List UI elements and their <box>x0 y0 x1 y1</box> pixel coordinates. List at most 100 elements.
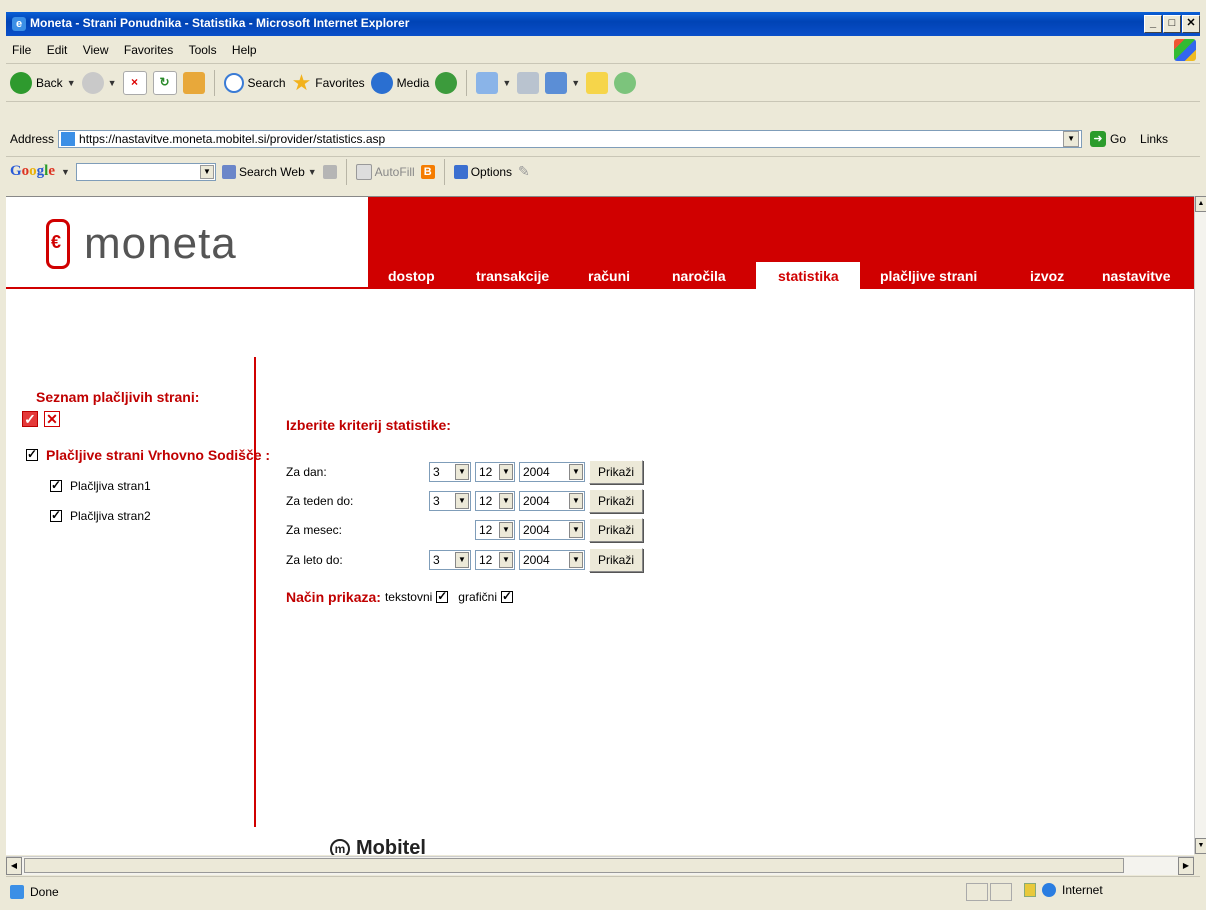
chevron-down-icon: ▼ <box>499 464 513 480</box>
phone-euro-icon <box>46 219 70 269</box>
year-select[interactable]: 2004 ▼ <box>519 520 585 540</box>
window-title: Moneta - Strani Ponudnika - Statistika -… <box>30 16 410 30</box>
favorites-label: Favorites <box>315 75 365 90</box>
moneta-logo[interactable]: moneta <box>46 219 237 269</box>
day-select[interactable]: 3 ▼ <box>429 491 471 511</box>
security-zone[interactable]: Internet <box>1024 883 1103 897</box>
year-select[interactable]: 2004 ▼ <box>519 491 585 511</box>
search-button[interactable]: Search <box>223 72 286 93</box>
show-button[interactable]: Prikaži <box>589 460 644 484</box>
menu-tools[interactable]: Tools <box>183 37 223 57</box>
chevron-down-icon[interactable]: ▼ <box>61 167 70 177</box>
refresh-icon[interactable]: ↻ <box>152 70 177 95</box>
group-checkbox[interactable] <box>26 447 38 461</box>
print-icon[interactable] <box>517 71 540 94</box>
year-value: 2004 <box>523 465 550 479</box>
display-mode-label: Način prikaza: <box>286 589 381 605</box>
show-button[interactable]: Prikaži <box>589 489 644 513</box>
tab-izvoz[interactable]: izvoz <box>1016 262 1088 289</box>
minimize-button[interactable]: _ <box>1144 15 1162 33</box>
messenger-icon[interactable] <box>614 71 637 94</box>
text-option-label: tekstovni <box>384 590 433 604</box>
go-button[interactable]: ➜ Go <box>1090 131 1126 147</box>
tab-transakcije[interactable]: transakcije <box>470 262 582 289</box>
menu-favorites[interactable]: Favorites <box>118 37 179 57</box>
scroll-right-icon[interactable]: ▶ <box>1178 857 1194 875</box>
google-search-input[interactable]: ▼ <box>75 162 216 181</box>
tab-nastavitve[interactable]: nastavitve <box>1088 262 1194 289</box>
horizontal-scrollbar[interactable]: ◀ ▶ <box>6 856 1194 875</box>
discuss-icon[interactable] <box>586 71 609 94</box>
scroll-left-icon[interactable]: ◀ <box>6 857 22 875</box>
month-select[interactable]: 12 ▼ <box>475 462 515 482</box>
history-icon[interactable] <box>435 71 458 94</box>
options-button[interactable]: Options <box>453 164 512 179</box>
mail-button[interactable]: ▼ <box>476 71 512 94</box>
back-button[interactable]: Back ▼ <box>10 71 76 94</box>
menu-file[interactable]: File <box>6 37 37 57</box>
windows-logo-icon <box>1174 39 1196 61</box>
logo-text: moneta <box>84 219 237 268</box>
home-icon[interactable] <box>182 71 205 94</box>
display-mode: Način prikaza: tekstovni grafični <box>286 589 513 605</box>
item-checkbox[interactable] <box>50 508 62 522</box>
close-button[interactable]: ✕ <box>1182 15 1200 33</box>
month-value: 12 <box>479 553 493 567</box>
year-select[interactable]: 2004 ▼ <box>519 550 585 570</box>
row-label: Za dan: <box>286 465 327 479</box>
scroll-thumb[interactable] <box>24 858 1124 873</box>
scroll-down-icon[interactable]: ▼ <box>1195 838 1206 854</box>
menu-view[interactable]: View <box>77 37 115 57</box>
address-bar: Address https://nastavitve.moneta.mobite… <box>6 127 1200 151</box>
chevron-down-icon: ▼ <box>455 552 469 568</box>
standard-toolbar: Back ▼ ▼ × ↻ Search ★ Favorites Media ▼ <box>6 64 1200 102</box>
pencil-icon[interactable]: ✎ <box>518 163 530 180</box>
menu-help[interactable]: Help <box>226 37 263 57</box>
edit-button[interactable]: ▼ <box>545 71 580 94</box>
vertical-scrollbar[interactable]: ▲ ▼ <box>1194 196 1206 854</box>
scroll-up-icon[interactable]: ▲ <box>1195 196 1206 212</box>
show-button[interactable]: Prikaži <box>589 548 644 572</box>
year-select[interactable]: 2004 ▼ <box>519 462 585 482</box>
favorites-button[interactable]: ★ Favorites <box>292 70 365 96</box>
day-select[interactable]: 3 ▼ <box>429 550 471 570</box>
menu-edit[interactable]: Edit <box>41 37 74 57</box>
month-select[interactable]: 12 ▼ <box>475 550 515 570</box>
header-underline <box>6 287 368 289</box>
sidebar-group-label: Plačljive strani Vrhovno Sodišče : <box>46 447 271 463</box>
status-text: Done <box>30 885 59 899</box>
google-logo[interactable]: Google <box>10 163 55 180</box>
tab-statistika[interactable]: statistika <box>756 262 860 289</box>
maximize-button[interactable]: □ <box>1163 15 1181 33</box>
address-input[interactable]: https://nastavitve.moneta.mobitel.si/pro… <box>58 130 1083 148</box>
day-select[interactable]: 3 ▼ <box>429 462 471 482</box>
blogger-icon[interactable]: B <box>420 164 435 179</box>
month-select[interactable]: 12 ▼ <box>475 520 515 540</box>
chevron-down-icon[interactable]: ▼ <box>199 164 214 179</box>
tab-racuni[interactable]: računi <box>582 262 664 289</box>
tab-dostop[interactable]: dostop <box>376 262 470 289</box>
search-web-button[interactable]: Search Web ▼ <box>221 164 317 179</box>
google-toolbar: Google ▼ ▼ Search Web ▼ AutoFill B Optio… <box>6 156 1200 186</box>
show-button[interactable]: Prikaži <box>589 518 644 542</box>
stop-icon[interactable]: × <box>122 70 147 95</box>
forward-button[interactable]: ▼ <box>81 71 117 94</box>
item-checkbox[interactable] <box>50 478 62 492</box>
links-button[interactable]: Links <box>1140 132 1168 146</box>
uncheck-all-icon[interactable]: ✕ <box>44 411 60 427</box>
tab-narocila[interactable]: naročila <box>664 262 756 289</box>
pagerank-icon[interactable] <box>322 164 337 179</box>
autofill-button[interactable]: AutoFill <box>355 163 415 180</box>
chevron-down-icon: ▼ <box>502 77 512 88</box>
form-row-day: Za dan: 3 ▼ 12 ▼ 2004 ▼ Prikaži <box>286 460 644 484</box>
month-select[interactable]: 12 ▼ <box>475 491 515 511</box>
media-button[interactable]: Media <box>370 71 429 94</box>
ie-icon: e <box>12 17 26 31</box>
chevron-down-icon[interactable]: ▼ <box>1063 131 1080 147</box>
sidebar-title: Seznam plačljivih strani: <box>36 389 200 405</box>
check-all-icon[interactable]: ✓ <box>22 411 38 427</box>
go-arrow-icon: ➜ <box>1090 131 1107 147</box>
graph-option-checkbox[interactable] <box>500 589 513 603</box>
text-option-checkbox[interactable] <box>436 589 449 603</box>
tab-placljive-strani[interactable]: plačljive strani <box>860 262 1016 289</box>
